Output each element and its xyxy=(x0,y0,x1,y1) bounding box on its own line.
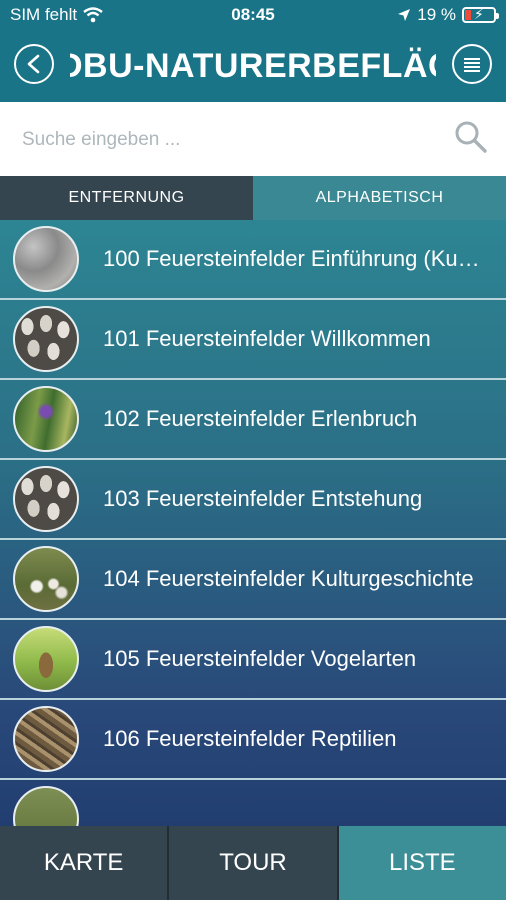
list-item-label: 101 Feuersteinfelder Willkommen xyxy=(103,326,431,351)
list-item[interactable]: 103 Feuersteinfelder Entstehung xyxy=(0,460,506,540)
nav-karte-label: KARTE xyxy=(43,849,124,876)
thumbnail-image xyxy=(13,306,79,372)
list-item-label: 103 Feuersteinfelder Entstehung xyxy=(103,486,423,511)
nav-karte-button[interactable]: KARTE xyxy=(0,826,168,900)
list-item[interactable]: 100 Feuersteinfelder Einführung (Kurzfas… xyxy=(0,220,506,300)
search-icon[interactable] xyxy=(454,120,488,154)
status-bar: SIM fehlt 08:45 19 % ⚡ xyxy=(0,0,506,30)
thumbnail-image xyxy=(13,226,79,292)
tab-alphabetisch[interactable]: ALPHABETISCH xyxy=(253,176,506,220)
menu-icon xyxy=(464,58,480,72)
search-bar xyxy=(0,102,506,176)
location-arrow-icon xyxy=(398,9,411,21)
list-item-label: 106 Feuersteinfelder Reptilien xyxy=(103,726,397,751)
battery-fill xyxy=(465,10,471,20)
tab-entfernung[interactable]: ENTFERNUNG xyxy=(0,176,253,220)
back-button[interactable] xyxy=(14,44,54,84)
bottom-nav: KARTE TOUR LISTE xyxy=(0,826,506,900)
list-item-label: 105 Feuersteinfelder Vogelarten xyxy=(103,646,417,671)
page-title-text: DBU-NATURERBEFLÄCH xyxy=(70,47,436,85)
thumbnail-image xyxy=(13,386,79,452)
tab-alphabetisch-label: ALPHABETISCH xyxy=(315,189,444,206)
thumbnail-image xyxy=(13,466,79,532)
page-title: DBU-NATURERBEFLÄCH xyxy=(70,44,436,88)
list-item[interactable]: 105 Feuersteinfelder Vogelarten xyxy=(0,620,506,700)
nav-liste-button[interactable]: LISTE xyxy=(338,826,506,900)
thumbnail-image xyxy=(13,706,79,772)
menu-button[interactable] xyxy=(452,44,492,84)
thumbnail-image xyxy=(13,546,79,612)
list-item[interactable]: 106 Feuersteinfelder Reptilien xyxy=(0,700,506,780)
battery-percent: 19 % xyxy=(417,5,456,24)
list-item-label: 102 Feuersteinfelder Erlenbruch xyxy=(103,406,418,431)
app-header: DBU-NATURERBEFLÄCH xyxy=(0,30,506,102)
list-item[interactable]: 102 Feuersteinfelder Erlenbruch xyxy=(0,380,506,460)
nav-tour-button[interactable]: TOUR xyxy=(167,826,339,900)
list-item-label: 104 Feuersteinfelder Kulturgeschichte xyxy=(103,566,474,591)
list-item-label: 100 Feuersteinfelder Einführung (Kurzfas… xyxy=(103,246,486,271)
nav-tour-label: TOUR xyxy=(219,849,287,876)
thumbnail-image xyxy=(13,626,79,692)
thumbnail-image xyxy=(13,786,79,826)
list-item[interactable]: 104 Feuersteinfelder Kulturgeschichte xyxy=(0,540,506,620)
nav-liste-label: LISTE xyxy=(388,849,456,876)
status-right: 19 % ⚡ xyxy=(397,5,499,25)
chevron-left-icon xyxy=(27,54,40,74)
station-list: 100 Feuersteinfelder Einführung (Kurzfas… xyxy=(0,220,506,826)
tab-entfernung-label: ENTFERNUNG xyxy=(68,189,185,206)
sort-tabs: ENTFERNUNG ALPHABETISCH xyxy=(0,176,506,220)
search-input[interactable] xyxy=(20,120,444,160)
list-item[interactable]: 101 Feuersteinfelder Willkommen xyxy=(0,300,506,380)
list-item[interactable] xyxy=(0,780,506,826)
battery-charging-icon: ⚡ xyxy=(462,6,499,23)
